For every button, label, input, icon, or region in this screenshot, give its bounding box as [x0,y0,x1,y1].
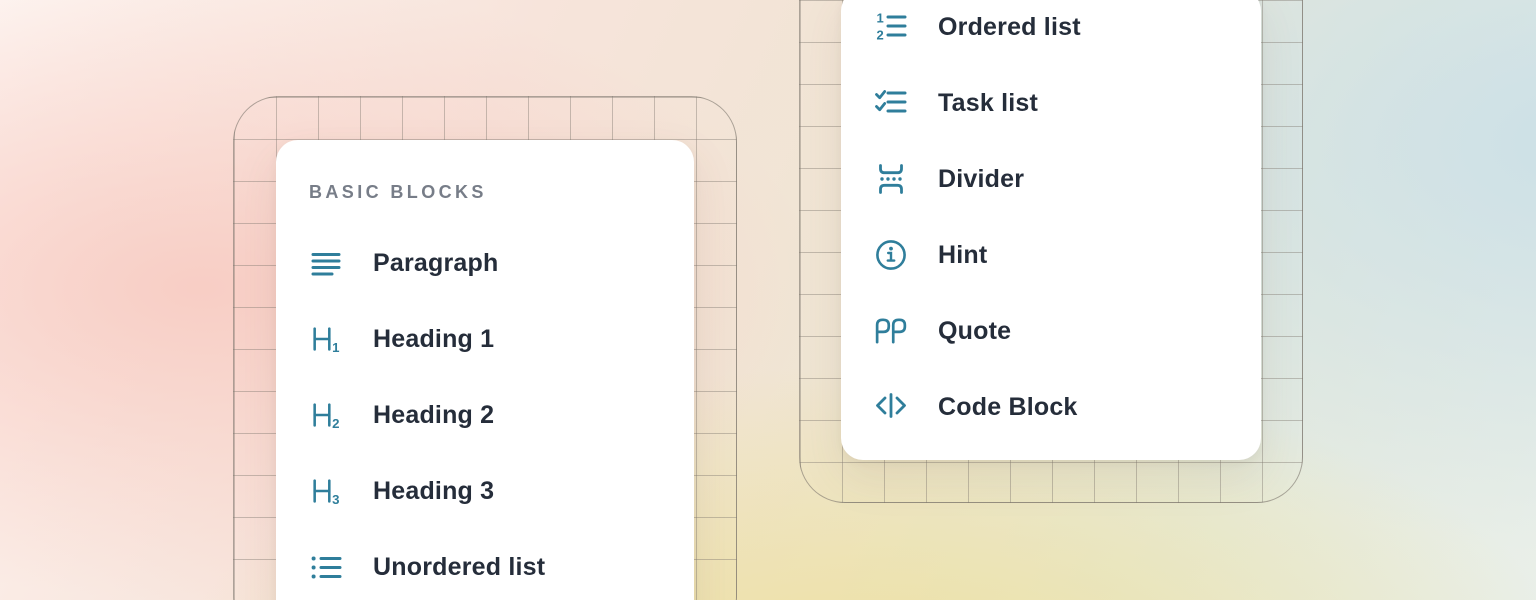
menu-item-label: Code Block [938,393,1078,422]
menu-item-label: Ordered list [938,13,1081,42]
menu-item-label: Divider [938,165,1024,194]
unordered-list-icon [309,550,343,584]
menu-item-ordered-list[interactable]: Ordered list [841,0,1261,65]
more-blocks-list: Ordered list Task list Divider Hint Quot… [841,0,1261,445]
basic-blocks-list: Paragraph Heading 1 Heading 2 Heading 3 … [276,225,694,600]
menu-item-task-list[interactable]: Task list [841,65,1261,141]
heading-1-icon [309,322,343,356]
divider-icon [874,162,908,196]
paragraph-icon [309,246,343,280]
task-list-icon [874,86,908,120]
heading-2-icon [309,398,343,432]
heading-3-icon [309,474,343,508]
menu-item-hint[interactable]: Hint [841,217,1261,293]
menu-item-heading-3[interactable]: Heading 3 [276,453,694,529]
menu-item-label: Heading 1 [373,325,494,354]
menu-item-heading-1[interactable]: Heading 1 [276,301,694,377]
menu-item-label: Heading 3 [373,477,494,506]
menu-item-heading-2[interactable]: Heading 2 [276,377,694,453]
menu-item-label: Quote [938,317,1011,346]
more-blocks-card: Ordered list Task list Divider Hint Quot… [841,0,1261,460]
menu-item-code-block[interactable]: Code Block [841,369,1261,445]
menu-item-quote[interactable]: Quote [841,293,1261,369]
menu-item-divider[interactable]: Divider [841,141,1261,217]
quote-icon [874,314,908,348]
menu-item-paragraph[interactable]: Paragraph [276,225,694,301]
menu-item-label: Task list [938,89,1038,118]
menu-item-label: Heading 2 [373,401,494,430]
menu-item-label: Paragraph [373,249,498,278]
menu-item-unordered-list[interactable]: Unordered list [276,529,694,600]
menu-item-label: Unordered list [373,553,545,582]
menu-item-label: Hint [938,241,987,270]
section-label-basic-blocks: BASIC BLOCKS [309,182,694,202]
basic-blocks-card: BASIC BLOCKS Paragraph Heading 1 Heading… [276,140,694,600]
ordered-list-icon [874,10,908,44]
hint-icon [874,238,908,272]
code-block-icon [874,390,908,424]
block-menu-illustration: BASIC BLOCKS Paragraph Heading 1 Heading… [0,0,1536,600]
